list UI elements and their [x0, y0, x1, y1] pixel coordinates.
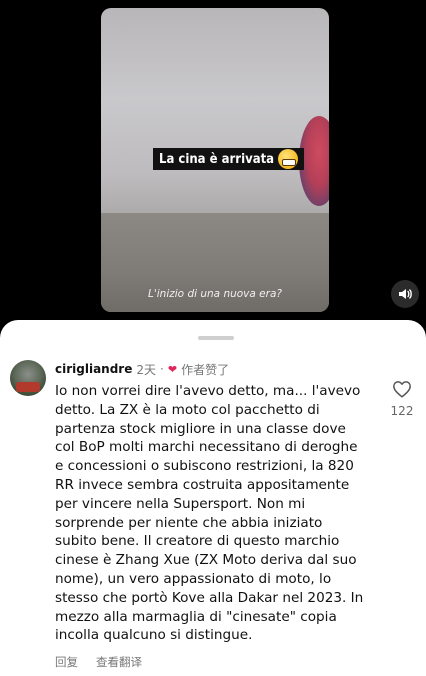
grimacing-emoji-icon: [278, 149, 299, 169]
like-control[interactable]: 122: [386, 380, 418, 418]
comments-sheet: cirigliandre 2天 · ❤ 作者赞了 Io non vorrei d…: [0, 320, 426, 676]
speaker-icon: [399, 289, 412, 299]
video-subtitle: L'inizio di una nuova era?: [148, 288, 282, 300]
reply-button[interactable]: 回复: [55, 654, 78, 670]
video-caption-text: La cina è arrivata: [159, 151, 275, 167]
like-count: 122: [390, 404, 414, 418]
comment-time: 2天: [136, 362, 157, 377]
heart-outline-icon[interactable]: [392, 380, 412, 398]
video-frame[interactable]: La cina è arrivata L'inizio di una nuova…: [101, 8, 329, 312]
comment-actions: 回复 查看翻译: [55, 654, 142, 670]
comment-meta: cirigliandre 2天 · ❤ 作者赞了: [55, 360, 229, 378]
avatar[interactable]: [10, 360, 46, 396]
sheet-grabber[interactable]: [198, 336, 234, 340]
video-caption: La cina è arrivata: [153, 148, 305, 170]
author-liked-label: 作者赞了: [181, 362, 230, 377]
sound-toggle-button[interactable]: [391, 280, 419, 308]
meta-separator: ·: [160, 362, 164, 376]
heart-filled-icon: ❤: [167, 362, 178, 376]
translate-button[interactable]: 查看翻译: [96, 654, 142, 670]
comment-text: Io non vorrei dire l'avevo detto, ma... …: [55, 383, 364, 644]
comment-username[interactable]: cirigliandre: [55, 362, 132, 376]
video-player[interactable]: La cina è arrivata L'inizio di una nuova…: [0, 0, 426, 330]
